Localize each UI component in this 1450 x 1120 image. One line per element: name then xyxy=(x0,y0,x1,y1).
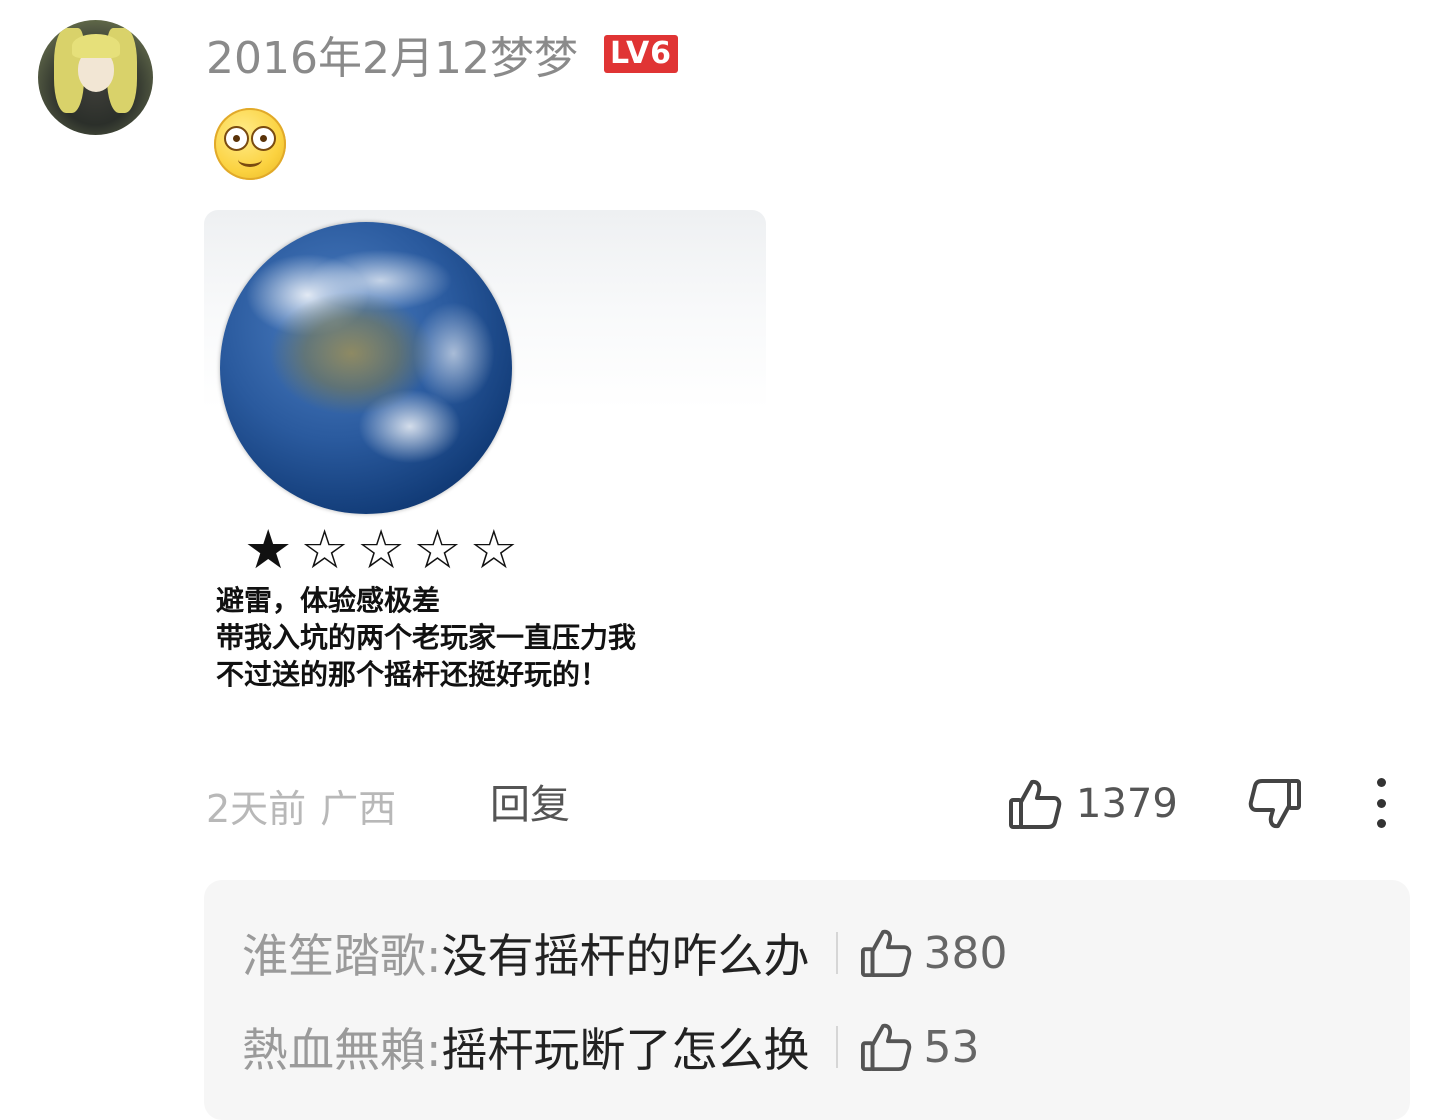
emoji-eye-right xyxy=(251,126,276,151)
replies-preview[interactable]: 淮笙踏歌: 没有摇杆的咋么办 380 熱血無賴: 摇杆玩断了怎么换 53 xyxy=(204,880,1410,1120)
comment-time: 2天前 xyxy=(206,786,307,831)
avatar[interactable] xyxy=(38,20,153,135)
reply-text: 没有摇杆的咋么办 xyxy=(441,929,810,983)
earth-image xyxy=(220,222,512,514)
reply-text: 摇杆玩断了怎么换 xyxy=(441,1023,810,1077)
emoji-mouth xyxy=(238,152,262,167)
reply-username[interactable]: 熱血無賴: xyxy=(242,1014,442,1080)
reply-item[interactable]: 熱血無賴: 摇杆玩断了怎么换 53 xyxy=(242,1012,980,1082)
flushed-smile-emoji-icon xyxy=(214,108,286,180)
thumbs-up-icon xyxy=(1009,779,1062,829)
comment-meta: 2天前 广西 xyxy=(206,780,397,831)
level-badge: LV6 xyxy=(603,35,679,73)
reply-username[interactable]: 淮笙踏歌: xyxy=(242,920,442,986)
review-text: 避雷，体验感极差 带我入坑的两个老玩家一直压力我 不过送的那个摇杆还挺好玩的！ xyxy=(216,582,636,693)
reply-like-count: 53 xyxy=(923,1021,980,1073)
reply-item[interactable]: 淮笙踏歌: 没有摇杆的咋么办 380 xyxy=(242,918,1007,988)
thumbs-up-icon[interactable] xyxy=(860,928,912,978)
thumbs-down-icon xyxy=(1248,779,1301,829)
comment-date: 2016年2月12 xyxy=(206,33,490,84)
divider xyxy=(835,932,838,974)
review-line: 带我入坑的两个老玩家一直压力我 xyxy=(216,621,637,654)
divider xyxy=(835,1026,838,1068)
star-rating: ★☆☆☆☆ xyxy=(244,518,527,581)
comment-header: 2016年2月12 梦梦 LV6 xyxy=(206,26,679,84)
reply-like-count: 380 xyxy=(923,927,1008,979)
dislike-button[interactable] xyxy=(1248,776,1302,832)
emoji-eye-left xyxy=(224,126,249,151)
more-options-icon[interactable] xyxy=(1366,778,1396,828)
reply-button[interactable]: 回复 xyxy=(490,780,570,830)
username[interactable]: 梦梦 xyxy=(490,22,578,86)
comment-image[interactable]: ★☆☆☆☆ 避雷，体验感极差 带我入坑的两个老玩家一直压力我 不过送的那个摇杆还… xyxy=(204,210,766,710)
thumbs-up-icon[interactable] xyxy=(860,1022,912,1072)
comment-location: 广西 xyxy=(320,786,397,831)
avatar-bangs xyxy=(72,34,120,58)
like-button[interactable]: 1379 xyxy=(1008,776,1178,832)
review-line: 避雷，体验感极差 xyxy=(216,584,441,617)
like-count: 1379 xyxy=(1076,781,1178,827)
review-line: 不过送的那个摇杆还挺好玩的！ xyxy=(216,658,609,691)
